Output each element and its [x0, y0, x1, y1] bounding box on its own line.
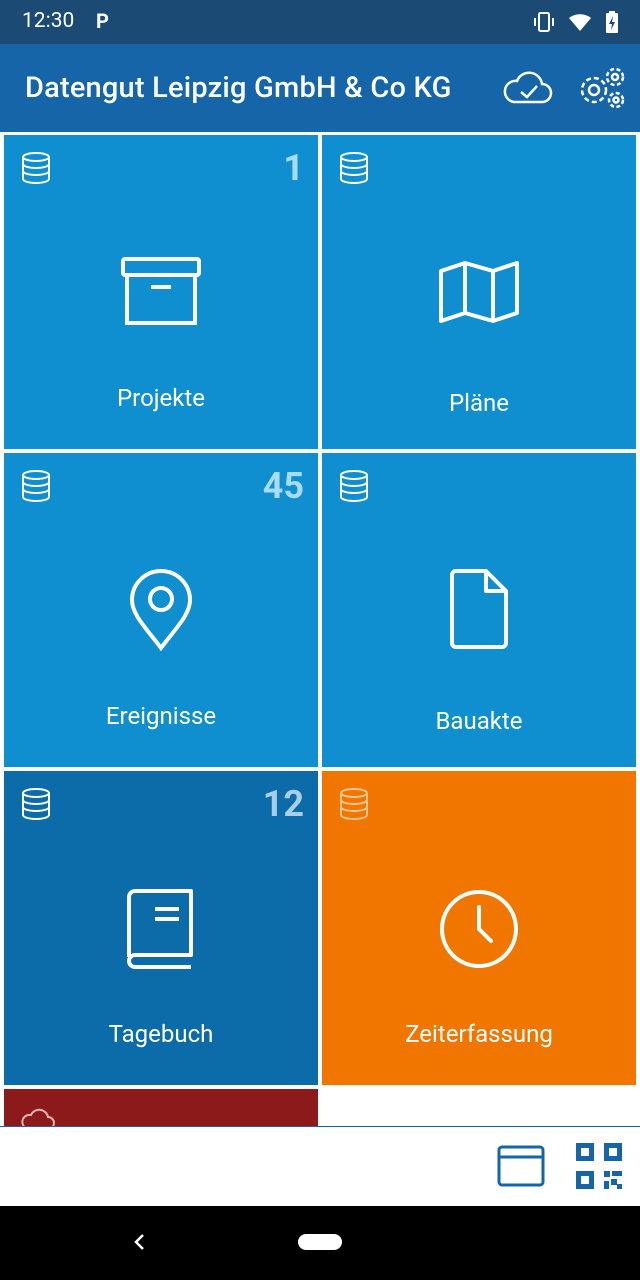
tile-cloud-partial[interactable] [4, 1089, 318, 1126]
system-nav-bar [0, 1206, 640, 1280]
tile-ereignisse[interactable]: 45 Ereignisse [4, 453, 318, 767]
wifi-icon [569, 14, 592, 31]
tile-count: 1 [283, 147, 304, 189]
database-icon [22, 152, 50, 185]
app-bar: Datengut Leipzig GmbH & Co KG [0, 44, 640, 132]
tile-label: Zeiterfassung [405, 1020, 553, 1048]
database-icon [340, 470, 368, 503]
tile-label: Projekte [117, 384, 205, 412]
status-bar: 12:30 P [0, 0, 640, 44]
tile-label: Bauakte [435, 707, 523, 735]
home-pill[interactable] [298, 1234, 342, 1250]
database-icon [22, 470, 50, 503]
tile-tagebuch[interactable]: 12 Tagebuch [4, 771, 318, 1085]
tile-zeiterfassung[interactable]: Zeiterfassung [322, 771, 636, 1085]
browser-window-icon [497, 1145, 545, 1187]
tile-label: Tagebuch [108, 1020, 214, 1048]
tile-plaene[interactable]: Pläne [322, 135, 636, 449]
browser-button[interactable] [497, 1145, 545, 1191]
parking-notification-icon: P [96, 9, 109, 33]
qr-scan-button[interactable] [574, 1141, 624, 1195]
back-chevron-icon[interactable] [130, 1230, 148, 1254]
map-icon [439, 261, 519, 323]
clock-icon [440, 890, 518, 968]
database-icon [340, 152, 368, 185]
document-icon [450, 569, 508, 649]
battery-charging-icon [606, 11, 618, 33]
book-icon [127, 889, 193, 969]
tile-count: 12 [262, 783, 304, 825]
vibrate-icon [534, 12, 555, 32]
qr-code-icon [576, 1143, 622, 1189]
status-icons [524, 10, 620, 34]
tile-count: 45 [262, 465, 304, 507]
app-title: Datengut Leipzig GmbH & Co KG [25, 71, 452, 105]
database-icon [22, 788, 50, 821]
tile-projekte[interactable]: 1 Projekte [4, 135, 318, 449]
tile-label: Ereignisse [105, 702, 217, 730]
database-icon [340, 788, 368, 821]
archive-box-icon [121, 257, 201, 325]
bottom-toolbar [0, 1126, 640, 1207]
gears-icon [580, 67, 625, 109]
settings-button[interactable] [576, 64, 628, 112]
status-time: 12:30 [22, 9, 75, 33]
cloud-check-icon [503, 71, 553, 104]
cloud-sync-button[interactable] [502, 66, 554, 110]
location-pin-icon [129, 569, 193, 651]
tile-label: Pläne [448, 389, 509, 417]
cloud-icon [21, 1108, 55, 1126]
tile-bauakte[interactable]: Bauakte [322, 453, 636, 767]
